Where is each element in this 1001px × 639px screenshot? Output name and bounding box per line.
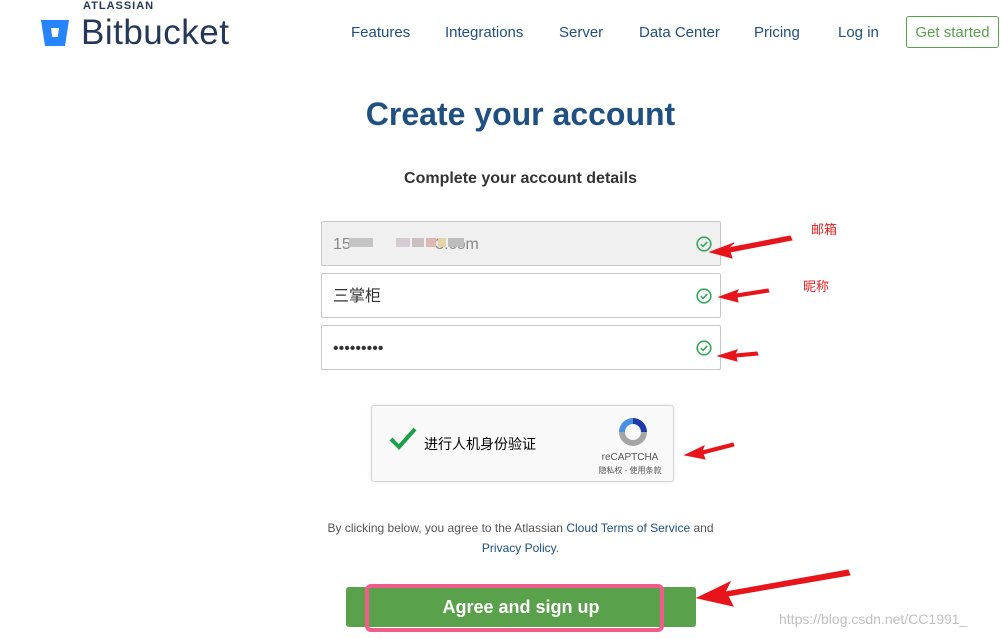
nav-server[interactable]: Server xyxy=(559,24,603,41)
email-annotation: 邮箱 xyxy=(811,222,838,237)
nav-integrations[interactable]: Integrations xyxy=(445,24,523,41)
captcha-label: 进行人机身份验证 xyxy=(424,436,536,452)
arrow-signup xyxy=(695,569,851,607)
bitbucket-wordmark: Bitbucket xyxy=(81,13,230,52)
redaction-blur xyxy=(426,238,436,247)
bitbucket-bucket-icon xyxy=(41,20,69,46)
check-circle-icon xyxy=(696,236,712,252)
check-circle-icon xyxy=(696,288,712,304)
terms-prefix: By clicking below, you agree to the Atla… xyxy=(327,521,567,535)
recaptcha-links[interactable]: 隐私权 - 使用条款 xyxy=(592,465,668,476)
arrow-password xyxy=(716,349,759,362)
recaptcha-logo-icon xyxy=(619,418,647,446)
redaction-blur xyxy=(438,238,446,247)
page-title: Create your account xyxy=(365,96,676,132)
recaptcha-brand: reCAPTCHA xyxy=(601,452,659,463)
check-circle-icon xyxy=(696,340,712,356)
get-started-button[interactable]: Get started xyxy=(906,16,999,48)
nav-features[interactable]: Features xyxy=(351,24,410,41)
page-subtitle: Complete your account details xyxy=(404,170,637,187)
email-field[interactable]: 15 3.com xyxy=(321,221,721,266)
redaction-blur xyxy=(396,238,410,247)
nav-data-center[interactable]: Data Center xyxy=(639,24,720,41)
nav-login[interactable]: Log in xyxy=(838,24,879,41)
nav-pricing[interactable]: Pricing xyxy=(754,24,800,41)
captcha-checkmark-icon[interactable] xyxy=(388,426,418,452)
arrow-email xyxy=(708,235,793,259)
redaction-blur xyxy=(448,238,464,247)
watermark: https://blog.csdn.net/CC1991_ xyxy=(779,611,968,627)
password-field[interactable]: ••••••••• xyxy=(321,325,721,370)
terms-suffix: . xyxy=(555,541,560,555)
terms-and: and xyxy=(690,521,714,535)
nickname-value: 三掌柜 xyxy=(333,288,382,305)
redaction-blur xyxy=(412,238,424,247)
privacy-policy-link[interactable]: Privacy Policy xyxy=(482,541,556,555)
arrow-nickname xyxy=(717,288,770,303)
redaction-blur xyxy=(349,238,373,247)
password-value: ••••••••• xyxy=(333,340,384,357)
nickname-annotation: 昵称 xyxy=(803,279,830,294)
cloud-terms-link[interactable]: Cloud Terms of Service xyxy=(566,521,690,535)
recaptcha-widget[interactable]: 进行人机身份验证 reCAPTCHA 隐私权 - 使用条款 xyxy=(371,405,674,482)
terms-text: By clicking below, you agree to the Atla… xyxy=(0,518,1001,558)
nickname-field[interactable]: 三掌柜 xyxy=(321,273,721,318)
highlight-box xyxy=(365,584,664,632)
arrow-captcha xyxy=(683,442,735,460)
